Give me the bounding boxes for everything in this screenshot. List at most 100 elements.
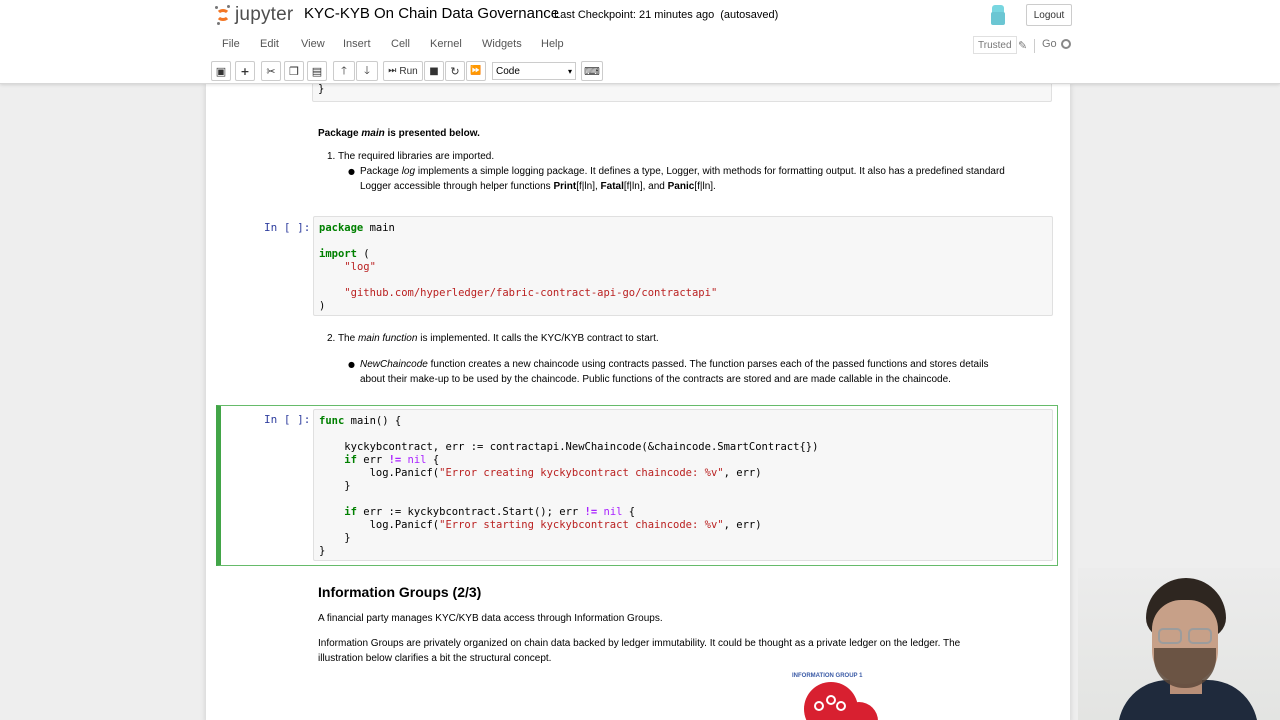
keyboard-icon: ⌨ <box>584 64 600 78</box>
trusted-indicator[interactable]: Trusted <box>973 36 1017 54</box>
code-text: ( <box>356 248 370 260</box>
menu-kernel[interactable]: Kernel <box>430 38 462 50</box>
copy-button[interactable]: ❐ <box>284 61 304 81</box>
glasses-icon <box>1158 628 1182 644</box>
jupyter-logo-text: jupyter <box>235 4 294 25</box>
restart-icon: ↻ <box>450 64 460 78</box>
bullet-text: about their make-up to be used by the ch… <box>360 374 951 385</box>
bullet-text: [f|ln], <box>576 181 601 192</box>
ledger-icon <box>814 695 846 711</box>
notebook-container: } Package main is presented below. 1. Th… <box>206 84 1070 720</box>
notebook-title[interactable]: KYC-KYB On Chain Data Governance <box>304 5 559 22</box>
interrupt-button[interactable]: ■ <box>424 61 444 81</box>
restart-button[interactable]: ↻ <box>445 61 465 81</box>
jupyter-logo[interactable]: jupyter <box>214 4 294 25</box>
run-label: Run <box>399 65 418 77</box>
cut-button[interactable]: ✂ <box>261 61 281 81</box>
code-text: main() { <box>344 415 402 427</box>
restart-run-all-button[interactable]: ⏩ <box>466 61 486 81</box>
chevron-down-icon: ▾ <box>567 66 572 76</box>
bullet-em: NewChaincode <box>360 359 428 370</box>
string-literal: "github.com/hyperledger/fabric-contract-… <box>344 287 718 299</box>
run-button[interactable]: ⏭ Run <box>383 61 423 81</box>
move-down-icon: 🡓 <box>364 63 370 77</box>
code-line: } <box>319 545 1052 558</box>
menu-cell[interactable]: Cell <box>391 38 410 50</box>
code-text: { <box>426 454 440 466</box>
intro-text-suffix: is presented below. <box>384 128 480 139</box>
code-line: if err != nil { <box>319 454 1052 467</box>
code-cell-previous[interactable]: } <box>312 84 1052 102</box>
illustration-label: INFORMATION GROUP 1 <box>792 673 863 679</box>
string-literal: "log" <box>344 261 376 273</box>
move-down-button[interactable]: 🡓 <box>356 61 378 81</box>
menu-widgets[interactable]: Widgets <box>482 38 522 50</box>
code-cell-imports[interactable]: package main import ( "log" "github.com/… <box>313 216 1053 316</box>
code-text: ) <box>319 300 326 312</box>
list-text: 2. The <box>327 333 358 344</box>
add-cell-icon: + <box>240 64 250 78</box>
kernel-logo-icon <box>990 5 1006 25</box>
move-up-button[interactable]: 🡑 <box>333 61 355 81</box>
code-line: } <box>319 480 1052 493</box>
code-text: kyckybcontract, err := contractapi.NewCh… <box>344 441 819 453</box>
string-literal: "Error starting kyckybcontract chaincode… <box>439 519 724 531</box>
code-line: func main() { <box>319 415 1052 428</box>
code-text: { <box>622 506 636 518</box>
code-line: import ( <box>319 248 1052 261</box>
logout-button[interactable]: Logout <box>1026 4 1072 26</box>
save-button[interactable]: ▣ <box>211 61 231 81</box>
move-up-icon: 🡑 <box>341 63 347 77</box>
run-icon: ⏭ <box>388 66 397 76</box>
kernel-name[interactable]: Go <box>1042 38 1057 50</box>
list-item-1: 1. The required libraries are imported. <box>327 151 495 162</box>
cell-type-select[interactable]: Code ▾ <box>492 62 576 80</box>
code-text: log.Panicf( <box>369 467 440 479</box>
add-cell-button[interactable]: + <box>235 61 255 81</box>
list-bullet-log: ● Package log implements a simple loggin… <box>348 164 1058 194</box>
paragraph-info-groups-1: A financial party manages KYC/KYB data a… <box>318 613 663 624</box>
paragraph-text: Information Groups are privately organiz… <box>318 638 961 649</box>
code-text: main <box>363 222 395 234</box>
kernel-idle-icon <box>1061 39 1071 49</box>
bullet-text: Package <box>360 166 402 177</box>
code-line: "log" <box>319 261 1052 274</box>
cell-type-value: Code <box>496 65 520 77</box>
intro-paragraph: Package main is presented below. <box>318 126 1058 141</box>
bullet-text: implements a simple logging package. It … <box>415 166 1005 177</box>
code-cell-main-func[interactable]: func main() { kyckybcontract, err := con… <box>313 409 1053 561</box>
markdown-cell-main-function[interactable]: 2. The main function is implemented. It … <box>318 331 1058 387</box>
command-palette-button[interactable]: ⌨ <box>581 61 603 81</box>
paste-button[interactable]: ▤ <box>307 61 327 81</box>
bullet-text: Logger accessible through helper functio… <box>360 181 554 192</box>
code-line: log.Panicf("Error creating kyckybcontrac… <box>319 467 1052 480</box>
bullet-bold: Panic <box>667 181 695 192</box>
code-text: } <box>344 532 351 544</box>
menu-view[interactable]: View <box>301 38 325 50</box>
operator: != <box>584 506 598 518</box>
keyword: if <box>344 454 357 466</box>
edit-pencil-icon[interactable]: ✎ <box>1018 39 1027 52</box>
bullet-text: function creates a new chaincode using c… <box>427 359 989 370</box>
code-line: } <box>319 532 1052 545</box>
code-text: } <box>319 545 326 557</box>
input-prompt: In [ ]: <box>264 413 311 426</box>
menu-edit[interactable]: Edit <box>260 38 279 50</box>
bullet-text: [f|ln], and <box>623 181 668 192</box>
markdown-cell-package-main[interactable]: Package main is presented below. 1. The … <box>318 126 1058 194</box>
code-line: kyckybcontract, err := contractapi.NewCh… <box>319 441 1052 454</box>
checkpoint-text: Last Checkpoint: 21 minutes ago <box>554 9 715 21</box>
menu-help[interactable]: Help <box>541 38 564 50</box>
nil-literal: nil <box>597 506 623 518</box>
bullet-icon: ● <box>348 360 355 369</box>
operator: != <box>388 454 402 466</box>
section-heading: Information Groups (2/3) <box>318 584 482 600</box>
menu-insert[interactable]: Insert <box>343 38 371 50</box>
paragraph-text: illustration below clarifies a bit the s… <box>318 653 552 664</box>
code-text: } <box>344 480 351 492</box>
code-line: } <box>318 84 325 95</box>
code-text: , err) <box>723 519 762 531</box>
menu-file[interactable]: File <box>222 38 240 50</box>
